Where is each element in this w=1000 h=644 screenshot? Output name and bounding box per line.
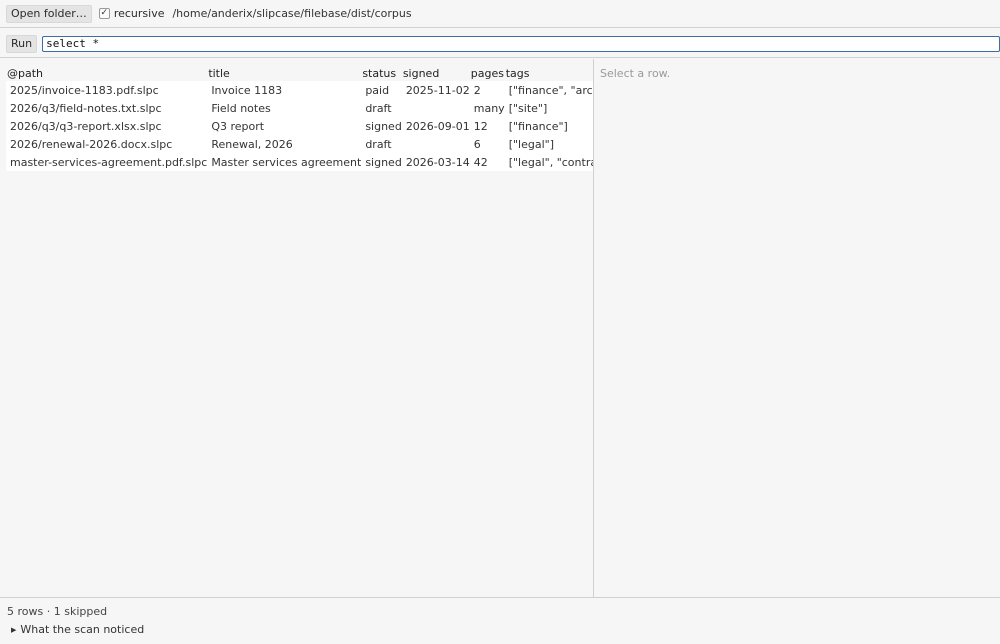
cell-pages: 42 xyxy=(469,153,505,171)
disclosure-triangle-icon[interactable]: ▶ xyxy=(11,626,16,634)
table-row[interactable]: 2026/renewal-2026.docx.slpc Renewal, 202… xyxy=(6,135,593,153)
recursive-label: recursive xyxy=(113,7,165,20)
row-count: 5 rows · 1 skipped xyxy=(7,605,108,618)
table-row[interactable]: 2025/invoice-1183.pdf.slpc Invoice 1183 … xyxy=(6,81,593,99)
cell-pages: 6 xyxy=(469,135,505,153)
cell-path: master-services-agreement.pdf.slpc xyxy=(6,153,208,171)
cell-title: Field notes xyxy=(207,99,362,117)
cell-signed: 2026-03-14 xyxy=(401,153,470,171)
column-header-signed[interactable]: signed xyxy=(402,66,470,81)
cell-title: Master services agreement xyxy=(207,153,362,171)
results-pane: @path title status signed pages tags 202… xyxy=(0,59,594,597)
status-bar: 5 rows · 1 skipped ▶ What the scan notic… xyxy=(0,597,1000,644)
cell-status: draft xyxy=(361,135,402,153)
results-table: @path title status signed pages tags 202… xyxy=(6,66,593,171)
scan-notes-toggle[interactable]: ▶ What the scan noticed xyxy=(11,623,144,636)
toolbar: Open folder… ✓ recursive /home/anderix/s… xyxy=(0,0,1000,28)
cell-signed xyxy=(401,99,470,117)
table-row[interactable]: 2026/q3/q3-report.xlsx.slpc Q3 report si… xyxy=(6,117,593,135)
column-header-status[interactable]: status xyxy=(361,66,402,81)
detail-placeholder: Select a row. xyxy=(600,67,671,80)
cell-path: 2025/invoice-1183.pdf.slpc xyxy=(6,81,208,99)
folder-path: /home/anderix/slipcase/filebase/dist/cor… xyxy=(172,7,412,20)
cell-status: paid xyxy=(361,81,402,99)
cell-status: signed xyxy=(361,153,402,171)
cell-path: 2026/renewal-2026.docx.slpc xyxy=(6,135,208,153)
cell-tags: ["finance"] xyxy=(504,117,593,135)
cell-title: Invoice 1183 xyxy=(207,81,362,99)
open-folder-button[interactable]: Open folder… xyxy=(6,4,92,23)
cell-pages: 2 xyxy=(469,81,505,99)
cell-tags: ["legal", "contract xyxy=(504,153,593,171)
cell-path: 2026/q3/q3-report.xlsx.slpc xyxy=(6,117,208,135)
column-header-tags[interactable]: tags xyxy=(505,66,593,81)
column-header-pages[interactable]: pages xyxy=(470,66,505,81)
scan-notes-label: What the scan noticed xyxy=(20,623,145,636)
cell-tags: ["site"] xyxy=(504,99,593,117)
cell-status: signed xyxy=(361,117,402,135)
cell-signed: 2025-11-02 xyxy=(401,81,470,99)
column-header-title[interactable]: title xyxy=(207,66,361,81)
table-row[interactable]: master-services-agreement.pdf.slpc Maste… xyxy=(6,153,593,171)
column-header-path[interactable]: @path xyxy=(6,66,207,81)
cell-signed xyxy=(401,135,470,153)
cell-signed: 2026-09-01 xyxy=(401,117,470,135)
cell-pages: 12 xyxy=(469,117,505,135)
cell-path: 2026/q3/field-notes.txt.slpc xyxy=(6,99,208,117)
query-bar: Run xyxy=(0,30,1000,58)
cell-pages: many xyxy=(469,99,505,117)
run-button[interactable]: Run xyxy=(6,34,38,53)
query-input[interactable] xyxy=(42,35,1000,52)
main-area: @path title status signed pages tags 202… xyxy=(0,59,1000,597)
recursive-checkbox[interactable]: ✓ recursive xyxy=(98,7,165,20)
check-icon[interactable]: ✓ xyxy=(98,8,110,19)
cell-title: Q3 report xyxy=(207,117,362,135)
table-row[interactable]: 2026/q3/field-notes.txt.slpc Field notes… xyxy=(6,99,593,117)
cell-status: draft xyxy=(361,99,402,117)
cell-tags: ["legal"] xyxy=(504,135,593,153)
cell-title: Renewal, 2026 xyxy=(207,135,362,153)
table-header-row: @path title status signed pages tags xyxy=(6,66,593,81)
cell-tags: ["finance", "archiv xyxy=(504,81,593,99)
